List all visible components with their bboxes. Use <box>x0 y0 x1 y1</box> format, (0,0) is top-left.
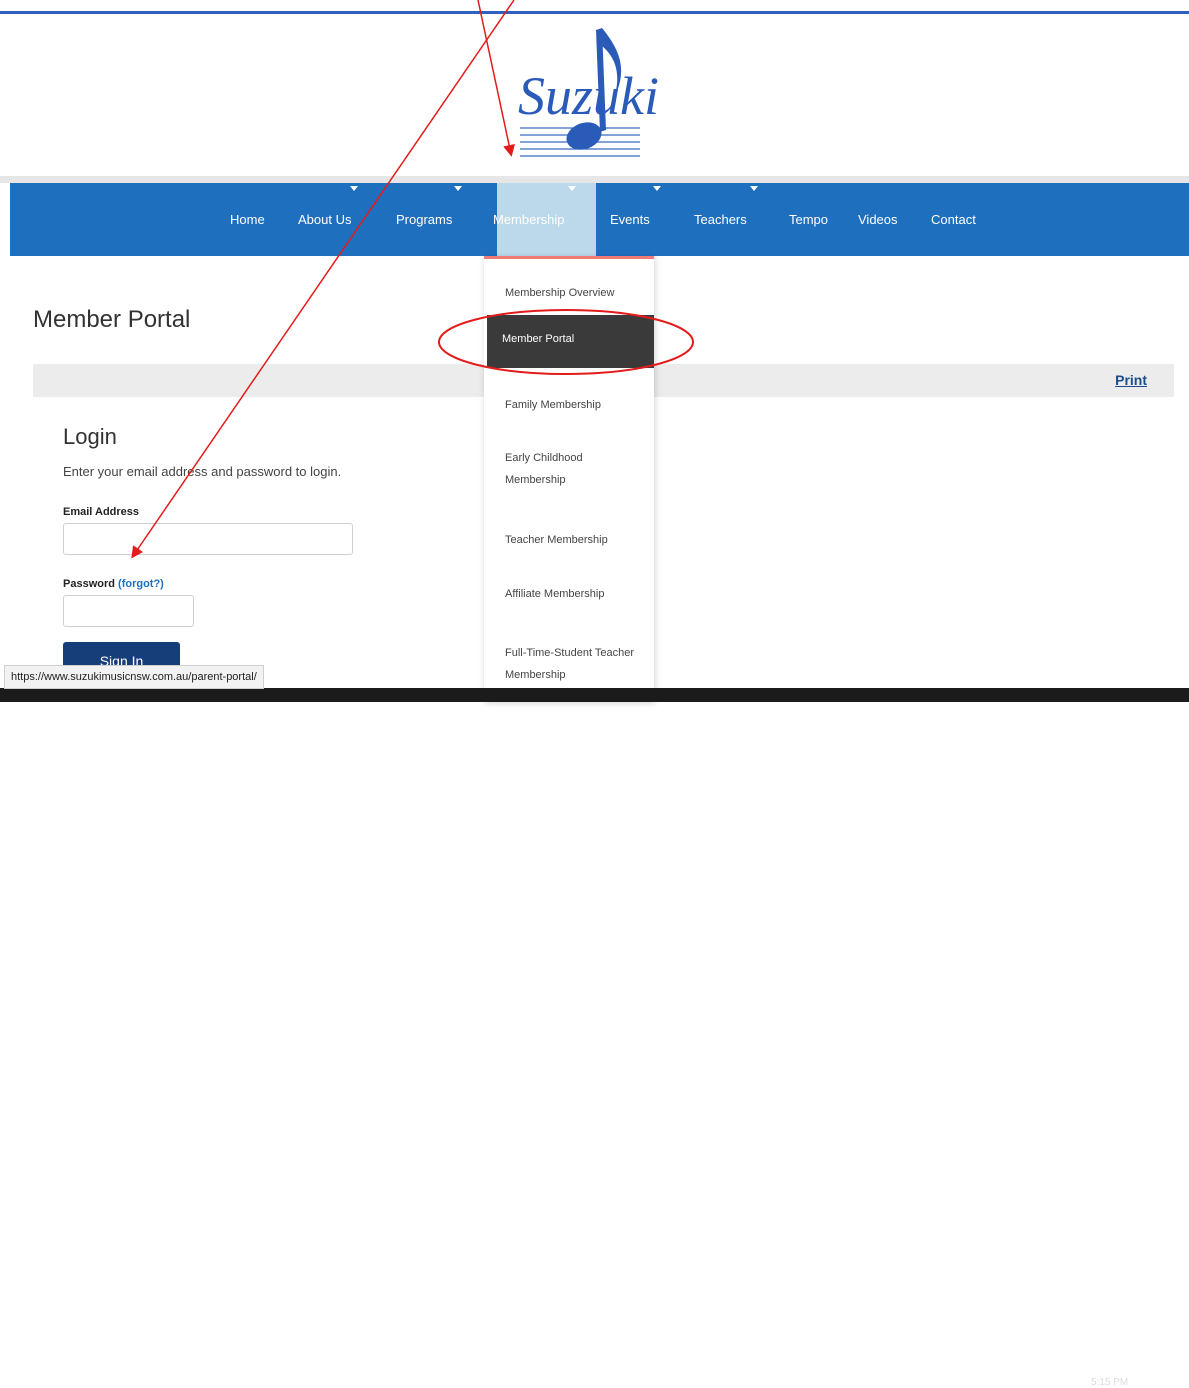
dropdown-item-label: Full-Time-Student Teacher <box>505 647 634 659</box>
password-field[interactable] <box>63 595 194 627</box>
taskbar-clock: 5:15 PM <box>1091 1377 1129 1388</box>
status-bar-url: https://www.suzukimusicnsw.com.au/parent… <box>4 665 264 689</box>
forgot-password-link[interactable]: (forgot?) <box>118 578 164 590</box>
password-label: Password <box>63 578 115 590</box>
main-nav: Home About Us Programs Membership Events… <box>10 183 1189 256</box>
caret-down-icon <box>653 186 661 191</box>
nav-teachers[interactable]: Teachers <box>694 183 747 256</box>
dropdown-item-early-childhood-membership[interactable]: Early Childhood Membership <box>484 447 654 491</box>
nav-videos[interactable]: Videos <box>858 183 898 256</box>
nav-tempo[interactable]: Tempo <box>789 183 828 256</box>
nav-events[interactable]: Events <box>610 183 650 256</box>
nav-programs[interactable]: Programs <box>396 183 452 256</box>
caret-down-icon <box>454 186 462 191</box>
caret-down-icon <box>750 186 758 191</box>
nav-about-us[interactable]: About Us <box>298 183 351 256</box>
dropdown-item-member-portal-label: Member Portal <box>502 333 575 345</box>
dropdown-item-full-time-student-teacher-membership[interactable]: Full-Time-Student Teacher Membership <box>484 642 654 686</box>
header-divider <box>0 176 1189 183</box>
login-heading: Login <box>63 424 117 449</box>
page-title: Member Portal <box>33 306 191 333</box>
dropdown-item-family-membership[interactable]: Family Membership <box>484 394 654 416</box>
dropdown-item-label-2: Membership <box>505 669 566 681</box>
annotation-arrow-to-membership <box>477 0 515 157</box>
password-label-row: Password (forgot?) <box>63 578 164 590</box>
dropdown-item-affiliate-membership[interactable]: Affiliate Membership <box>484 583 654 605</box>
dropdown-item-label: Early Childhood <box>505 452 583 464</box>
dropdown-item-membership-overview[interactable]: Membership Overview <box>484 282 654 304</box>
suzuki-logo[interactable]: Suzuki <box>510 20 690 170</box>
nav-membership[interactable]: Membership <box>493 183 565 256</box>
taskbar: 5:15 PM <box>0 688 1189 1388</box>
nav-contact[interactable]: Contact <box>931 183 976 256</box>
email-label: Email Address <box>63 506 140 518</box>
email-field[interactable] <box>63 523 353 555</box>
login-description: Enter your email address and password to… <box>63 464 342 479</box>
nav-home[interactable]: Home <box>230 183 265 256</box>
dropdown-item-teacher-membership[interactable]: Teacher Membership <box>484 529 654 551</box>
print-link[interactable]: Print <box>1115 372 1147 388</box>
top-rule <box>0 11 1189 14</box>
caret-down-icon <box>568 186 576 191</box>
dropdown-item-label-2: Membership <box>505 474 566 486</box>
logo-text: Suzuki <box>518 66 659 126</box>
